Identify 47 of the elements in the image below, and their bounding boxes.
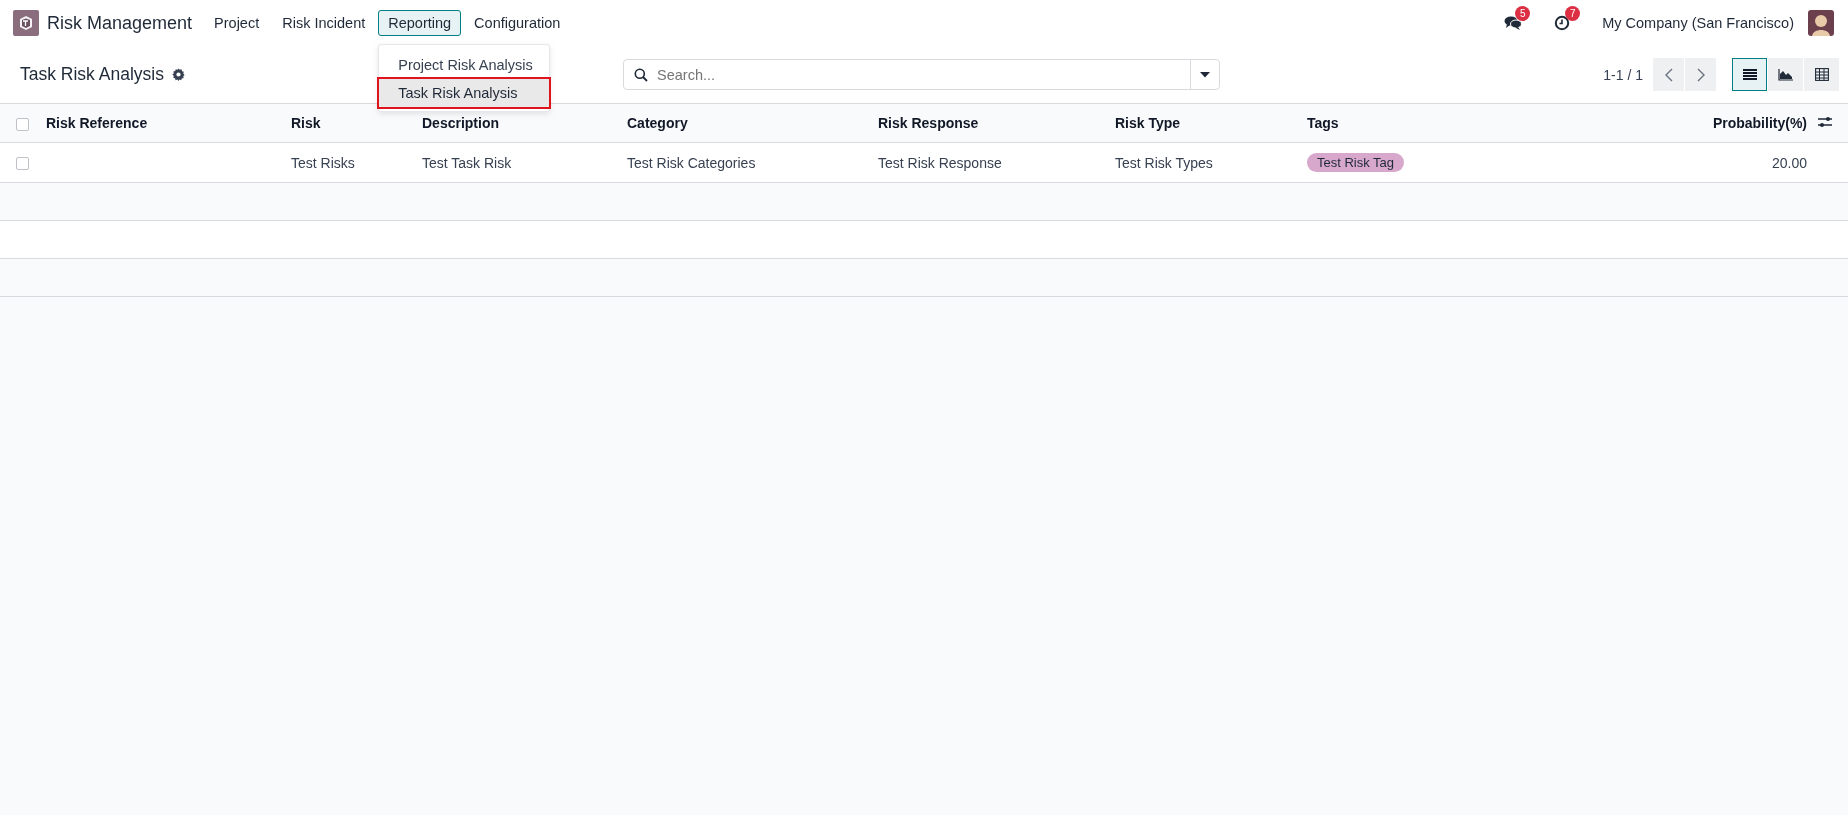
notification-badge: 5 — [1515, 6, 1531, 21]
chevron-left-icon — [1664, 67, 1673, 82]
user-avatar-icon[interactable] — [1808, 10, 1834, 36]
notification-badge: 7 — [1565, 6, 1581, 21]
caret-icon — [1200, 71, 1210, 78]
column-header[interactable]: Probability(%) — [1712, 115, 1807, 131]
search-field[interactable]: Search... — [623, 59, 1220, 90]
search-input[interactable]: Search... — [655, 65, 1190, 84]
clock-icon[interactable] — [1554, 15, 1571, 31]
list-icon — [1742, 69, 1757, 80]
table-cell: 20.00 — [1771, 154, 1807, 171]
view-switch-button[interactable] — [1732, 58, 1767, 91]
table-cell: Test Risk Response — [878, 154, 1002, 171]
select-all-checkbox[interactable] — [16, 117, 29, 131]
view-switch-button[interactable] — [1768, 58, 1803, 91]
table-grid-icon — [1814, 68, 1829, 81]
menu-item[interactable]: Project — [204, 10, 270, 36]
settings-icon[interactable] — [171, 68, 185, 81]
column-header[interactable]: Risk Reference — [46, 115, 148, 131]
row-checkbox[interactable] — [16, 157, 29, 171]
app-logo-icon[interactable] — [13, 10, 39, 36]
company-switcher[interactable]: My Company (San Francisco) — [1602, 15, 1794, 31]
app-name[interactable]: Risk Management — [47, 12, 193, 34]
column-header[interactable]: Description — [422, 115, 499, 131]
page-title: Task Risk Analysis — [20, 64, 164, 85]
search-icon — [634, 67, 648, 82]
chat-icon[interactable] — [1504, 15, 1523, 31]
menu-item[interactable]: Configuration — [464, 10, 571, 36]
table-cell: Test Risks — [291, 154, 355, 171]
pager-value[interactable]: 1-1 / 1 — [1603, 66, 1643, 83]
table-cell: Test Task Risk — [422, 154, 512, 171]
column-header[interactable]: Risk Type — [1115, 115, 1181, 131]
area-chart-icon — [1778, 68, 1793, 81]
column-header[interactable]: Risk Response — [878, 115, 979, 131]
tag-badge: Test Risk Tag — [1307, 153, 1405, 172]
view-switch-button[interactable] — [1804, 58, 1839, 91]
sliders-icon[interactable] — [1818, 116, 1832, 128]
dropdown-item[interactable]: Task Risk Analysis — [379, 79, 550, 107]
table-cell: Test Risk Types — [1115, 154, 1213, 171]
menu-item[interactable]: Risk Incident — [272, 10, 376, 36]
menu-item[interactable]: Reporting — [378, 10, 462, 36]
column-header[interactable]: Tags — [1307, 115, 1339, 131]
chevron-right-icon — [1696, 67, 1705, 82]
table-cell: Test Risk Categories — [627, 154, 756, 171]
column-header[interactable]: Risk — [291, 115, 321, 131]
dropdown-item[interactable]: Project Risk Analysis — [379, 51, 550, 79]
column-header[interactable]: Category — [627, 115, 688, 131]
